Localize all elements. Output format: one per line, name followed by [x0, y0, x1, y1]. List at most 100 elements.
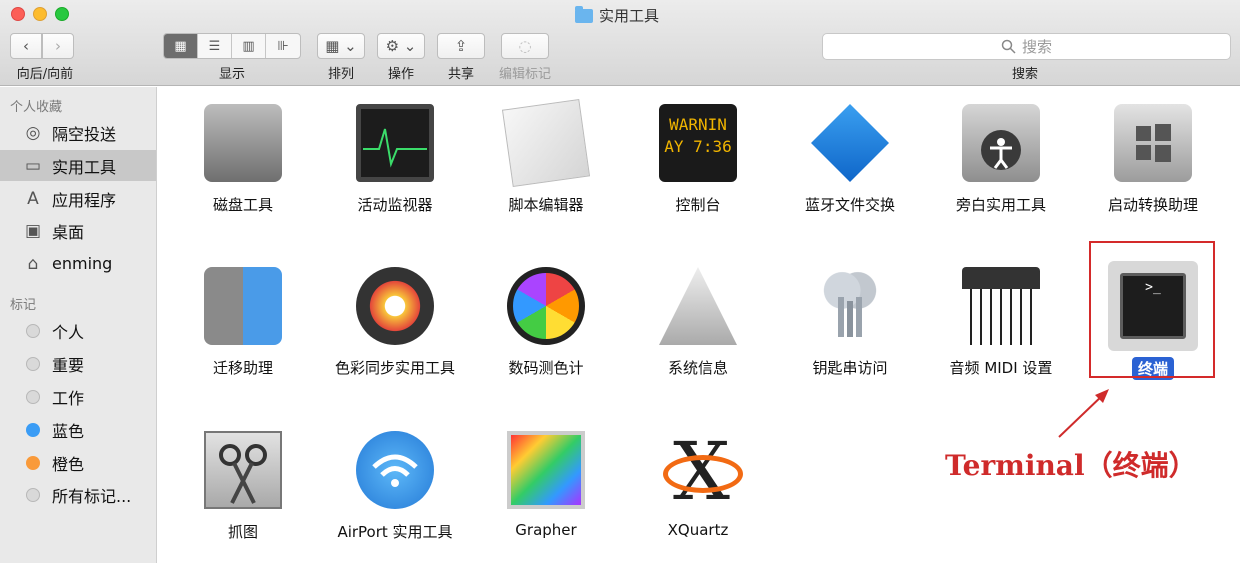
- app-label: 旁白实用工具: [955, 196, 1046, 214]
- app-xquartz[interactable]: XQuartz: [623, 425, 773, 539]
- console-icon: WARNIN AY 7:36: [659, 104, 737, 182]
- view-label: 显示: [218, 67, 245, 82]
- app-keychain-access[interactable]: 钥匙串访问: [775, 267, 925, 378]
- app-label: XQuartz: [667, 521, 729, 539]
- app-label: 活动监视器: [357, 196, 433, 214]
- applications-icon: A: [27, 188, 39, 209]
- forward-button[interactable]: ›: [42, 33, 74, 59]
- search-label: 搜索: [1011, 67, 1038, 82]
- app-audio-midi-setup[interactable]: 音频 MIDI 设置: [926, 267, 1076, 378]
- minimize-window-button[interactable]: [33, 7, 47, 21]
- audio-midi-icon: [962, 267, 1040, 345]
- app-grapher[interactable]: Grapher: [471, 431, 621, 539]
- arrange-button[interactable]: ▦ ⌄: [317, 33, 365, 59]
- edit-tags-label: 编辑标记: [498, 67, 551, 82]
- tag-dot-icon: [26, 323, 40, 338]
- back-button[interactable]: ‹: [10, 33, 42, 59]
- sidebar-item-label: 所有标记...: [52, 486, 132, 506]
- list-view-button[interactable]: ☰: [198, 34, 232, 58]
- app-label: 钥匙串访问: [812, 359, 888, 377]
- close-window-button[interactable]: [11, 7, 25, 21]
- console-icon-text-2: AY 7:36: [664, 137, 732, 156]
- sidebar-item-label: 隔空投送: [52, 124, 117, 144]
- tag-dot-icon: [26, 455, 40, 470]
- grid-icon: ▦: [174, 38, 187, 54]
- window-title-text: 实用工具: [599, 7, 660, 25]
- home-icon: ⌂: [27, 253, 39, 274]
- sidebar-item-label: 工作: [52, 388, 85, 408]
- app-bluetooth-file-exchange[interactable]: 蓝牙文件交换: [775, 104, 925, 215]
- sidebar-item-desktop[interactable]: ▣ 桌面: [0, 215, 156, 246]
- sidebar-item-airdrop[interactable]: ◎ 隔空投送: [0, 117, 156, 148]
- app-colorsync-utility[interactable]: 色彩同步实用工具: [320, 267, 470, 378]
- app-label: 音频 MIDI 设置: [949, 359, 1053, 377]
- search-icon: [1001, 39, 1016, 54]
- window-toolbar: 实用工具 ‹ › 向后/向前 ▦ ☰ ▥ ⊪ 显示 ▦ ⌄ 排列 ⚙ ⌄ 操作 …: [0, 0, 1240, 86]
- grapher-icon: [507, 431, 585, 509]
- app-script-editor[interactable]: 脚本编辑器: [471, 98, 621, 215]
- column-view-button[interactable]: ▥: [232, 34, 266, 58]
- app-console[interactable]: WARNIN AY 7:36 控制台: [623, 104, 773, 215]
- sidebar-item-home[interactable]: ⌂ enming: [0, 248, 156, 279]
- arrange-label: 排列: [327, 67, 354, 82]
- sidebar-tag-personal[interactable]: 个人: [0, 315, 156, 346]
- window-title: 实用工具: [575, 5, 659, 26]
- app-label: 脚本编辑器: [508, 196, 584, 214]
- folder-icon: ▭: [24, 155, 42, 176]
- app-boot-camp-assistant[interactable]: 启动转换助理: [1078, 104, 1228, 215]
- sidebar-item-label: 个人: [52, 322, 85, 342]
- app-grab[interactable]: 抓图: [168, 431, 318, 542]
- terminal-highlight-box: [1089, 241, 1215, 378]
- zoom-window-button[interactable]: [55, 7, 69, 21]
- desktop-icon: ▣: [24, 220, 42, 241]
- app-label: 色彩同步实用工具: [334, 359, 455, 377]
- chevron-right-icon: ›: [55, 37, 61, 55]
- keychain-icon: [811, 267, 889, 345]
- tag-icon: ◌: [518, 37, 532, 55]
- action-button[interactable]: ⚙ ⌄: [377, 33, 425, 59]
- search-field[interactable]: 搜索: [822, 33, 1231, 60]
- sidebar-tag-orange[interactable]: 橙色: [0, 447, 156, 478]
- voiceover-icon: [962, 104, 1040, 182]
- sidebar-item-utilities[interactable]: ▭ 实用工具: [0, 150, 156, 181]
- grab-icon: [204, 431, 282, 509]
- share-icon: ⇪: [454, 37, 468, 55]
- app-migration-assistant[interactable]: 迁移助理: [168, 267, 318, 378]
- sidebar: 个人收藏 ◎ 隔空投送 ▭ 实用工具 A 应用程序 ▣ 桌面 ⌂ enming …: [0, 87, 157, 563]
- app-digital-color-meter[interactable]: 数码测色计: [471, 267, 621, 378]
- icon-view-button[interactable]: ▦: [164, 34, 198, 58]
- cover-flow-button[interactable]: ⊪: [266, 34, 300, 58]
- tag-dot-icon: [26, 356, 40, 371]
- app-system-information[interactable]: 系统信息: [623, 267, 773, 378]
- sidebar-tag-work[interactable]: 工作: [0, 381, 156, 412]
- gear-icon: ⚙ ⌄: [385, 37, 417, 55]
- sidebar-item-label: 桌面: [52, 222, 85, 242]
- app-label: 蓝牙文件交换: [804, 196, 895, 214]
- bluetooth-icon: [811, 104, 889, 182]
- favorites-header: 个人收藏: [10, 100, 63, 115]
- migration-assistant-icon: [204, 267, 282, 345]
- xquartz-icon: [659, 425, 743, 518]
- sidebar-tag-blue[interactable]: 蓝色: [0, 414, 156, 445]
- annotation-arrow-icon: [1058, 389, 1109, 438]
- sidebar-item-applications[interactable]: A 应用程序: [0, 183, 156, 214]
- nav-label: 向后/向前: [16, 67, 74, 82]
- sidebar-item-label: 应用程序: [52, 190, 117, 210]
- app-disk-utility[interactable]: 磁盘工具: [168, 104, 318, 215]
- edit-tags-button[interactable]: ◌: [501, 33, 549, 59]
- app-label: 控制台: [675, 196, 721, 214]
- script-editor-icon: [501, 98, 591, 188]
- app-activity-monitor[interactable]: 活动监视器: [320, 104, 470, 215]
- terminal-annotation: Terminal（终端）: [945, 449, 1197, 482]
- app-label: 系统信息: [667, 359, 728, 377]
- sidebar-all-tags[interactable]: 所有标记...: [0, 479, 156, 510]
- airdrop-icon: ◎: [25, 122, 41, 143]
- sidebar-item-label: 实用工具: [52, 157, 117, 177]
- sidebar-item-label: 橙色: [52, 454, 85, 474]
- tag-dot-icon: [26, 422, 40, 437]
- app-voiceover-utility[interactable]: 旁白实用工具: [926, 104, 1076, 215]
- sidebar-tag-important[interactable]: 重要: [0, 348, 156, 379]
- app-airport-utility[interactable]: AirPort 实用工具: [320, 431, 470, 542]
- sidebar-item-label: 重要: [52, 355, 85, 375]
- share-button[interactable]: ⇪: [437, 33, 485, 59]
